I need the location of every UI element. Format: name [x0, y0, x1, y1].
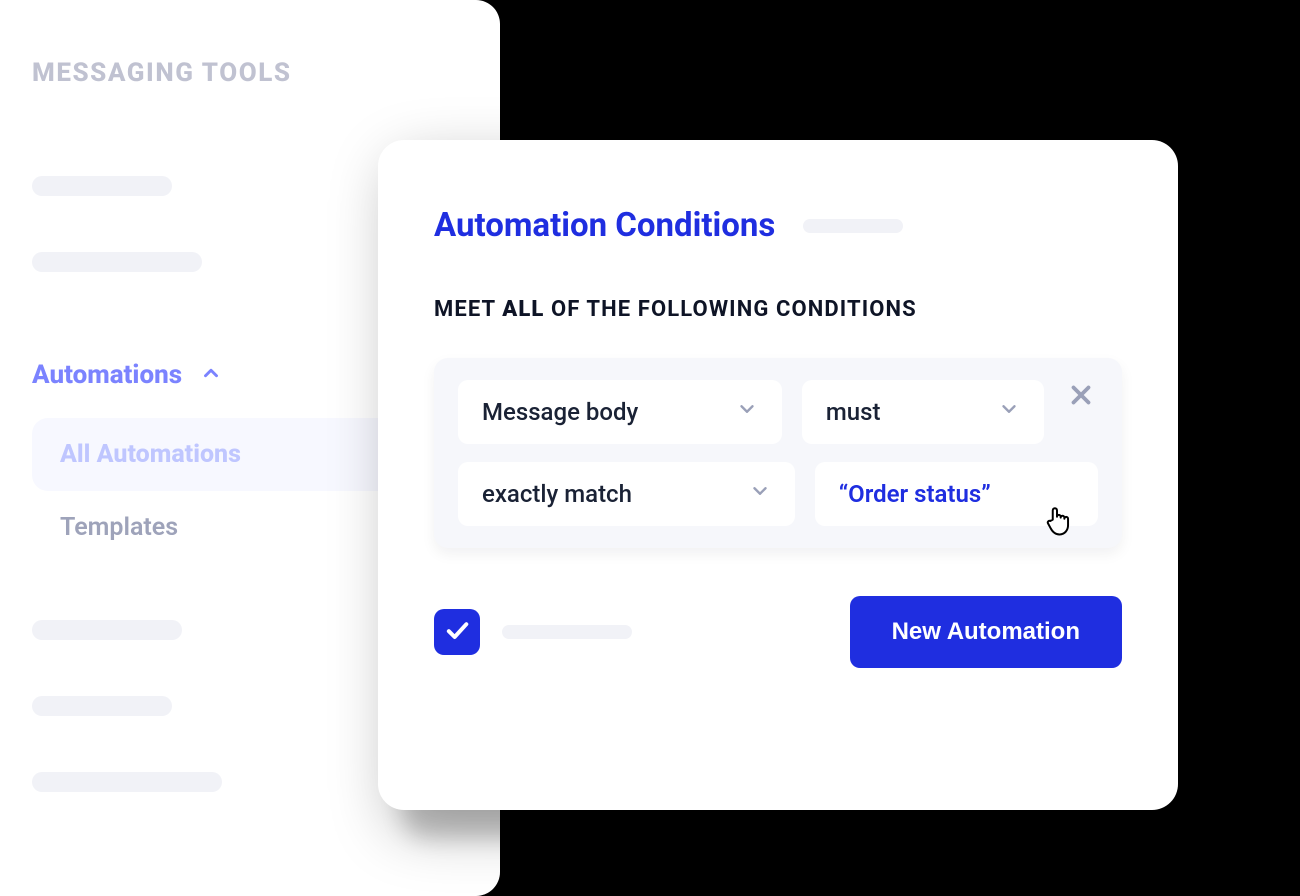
check-icon: [443, 616, 471, 648]
panel-header: Automation Conditions: [434, 206, 1122, 245]
conditions-subheader: MEET ALL OF THE FOLLOWING CONDITIONS: [434, 297, 1122, 322]
chevron-down-icon: [749, 480, 771, 508]
chevron-up-icon: [200, 362, 222, 388]
subheader-suffix: OF THE FOLLOWING CONDITIONS: [544, 297, 916, 322]
sidebar-group-label: Automations: [32, 360, 182, 390]
skeleton-line: [32, 252, 202, 272]
button-label: New Automation: [892, 618, 1080, 645]
value-input-text: “Order status”: [839, 480, 991, 508]
operator-select[interactable]: exactly match: [458, 462, 795, 526]
sidebar-title: MESSAGING TOOLS: [32, 58, 468, 88]
qualifier-select[interactable]: must: [802, 380, 1044, 444]
footer-left: [434, 609, 632, 655]
automation-conditions-panel: Automation Conditions MEET ALL OF THE FO…: [378, 140, 1178, 810]
skeleton-line: [32, 696, 172, 716]
sidebar-item-label: Templates: [60, 513, 178, 542]
pointer-cursor-icon: [1040, 504, 1074, 544]
field-select[interactable]: Message body: [458, 380, 782, 444]
new-automation-button[interactable]: New Automation: [850, 596, 1122, 668]
subheader-bold: ALL: [502, 297, 544, 322]
panel-footer: New Automation: [434, 596, 1122, 668]
close-icon[interactable]: [1066, 380, 1096, 414]
qualifier-select-value: must: [826, 398, 881, 426]
chevron-down-icon: [736, 398, 758, 426]
chevron-down-icon: [998, 398, 1020, 426]
field-select-value: Message body: [482, 398, 638, 426]
skeleton-line: [502, 625, 632, 639]
condition-block: Message body must exactly match: [434, 358, 1122, 548]
stage: MESSAGING TOOLS Automations All Automati…: [0, 0, 1300, 896]
sidebar-item-label: All Automations: [60, 440, 241, 469]
value-input[interactable]: “Order status”: [815, 462, 1098, 526]
skeleton-line: [32, 176, 172, 196]
checkbox-checked[interactable]: [434, 609, 480, 655]
skeleton-line: [803, 219, 903, 233]
subheader-prefix: MEET: [434, 297, 502, 322]
condition-row: exactly match “Order status”: [458, 462, 1098, 526]
operator-select-value: exactly match: [482, 480, 632, 508]
skeleton-line: [32, 772, 222, 792]
skeleton-line: [32, 620, 182, 640]
condition-row: Message body must: [458, 380, 1098, 444]
panel-title: Automation Conditions: [434, 206, 775, 245]
